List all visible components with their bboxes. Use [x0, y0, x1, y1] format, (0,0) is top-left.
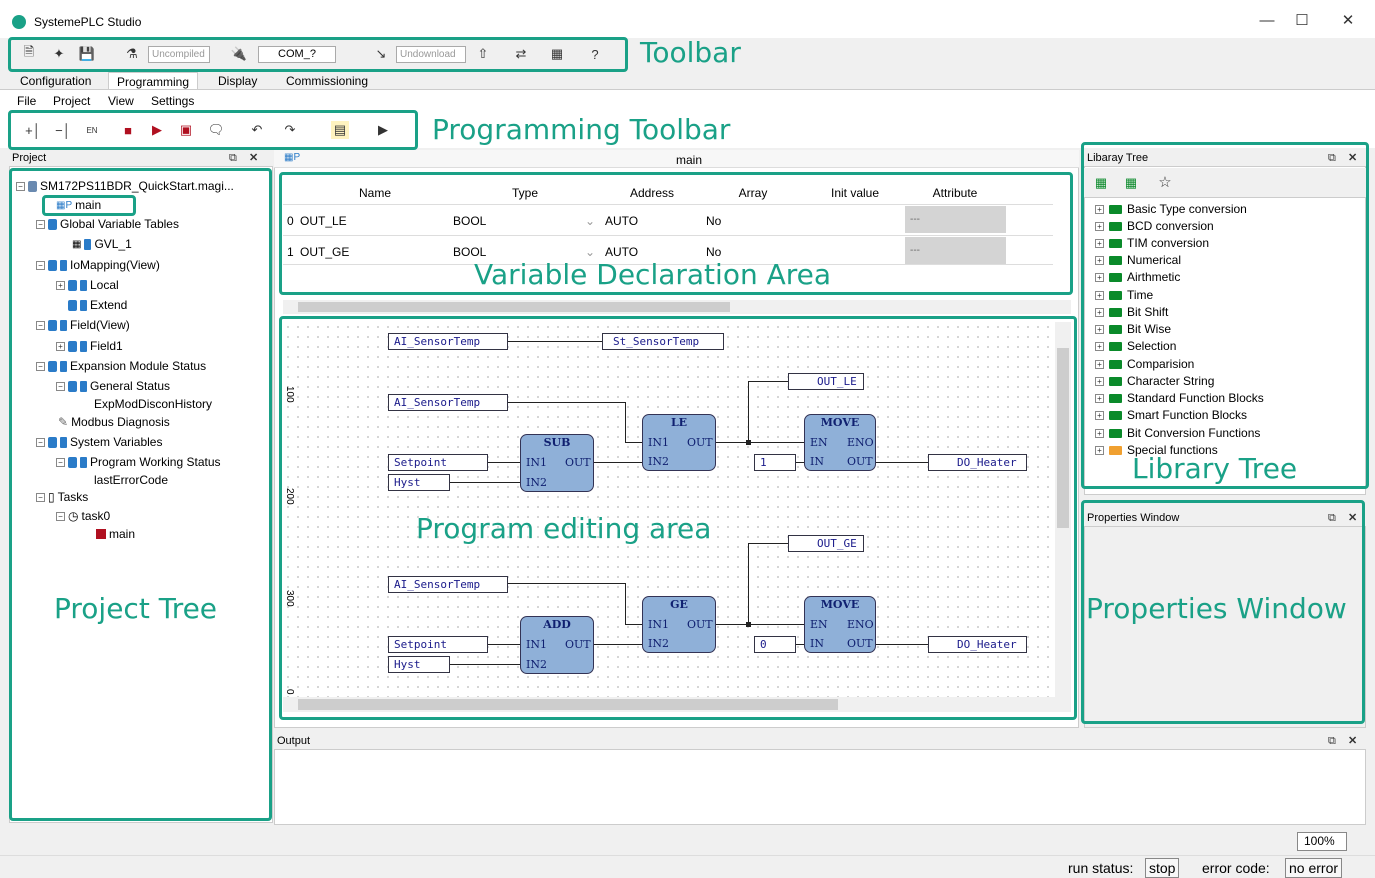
- scrollbar-thumb[interactable]: [298, 302, 730, 312]
- menu-project[interactable]: Project: [53, 94, 90, 108]
- pou-icon: ▦P: [284, 152, 301, 163]
- project-tree-highlight: [9, 168, 272, 821]
- editor-tab-title[interactable]: main: [676, 153, 702, 167]
- project-tree-annotation: Project Tree: [54, 592, 218, 625]
- project-panel-float-icon[interactable]: ⧉: [229, 152, 237, 165]
- project-panel-close-icon[interactable]: ✕: [249, 151, 258, 164]
- tab-programming[interactable]: Programming: [108, 72, 199, 90]
- minimize-button[interactable]: —: [1252, 10, 1282, 32]
- programming-toolbar-annotation: Programming Toolbar: [432, 113, 731, 146]
- menu-view[interactable]: View: [108, 94, 134, 108]
- properties-annotation: Properties Window: [1086, 592, 1347, 625]
- output-panel-float-icon[interactable]: ⧉: [1328, 735, 1336, 748]
- variable-area-annotation: Variable Declaration Area: [474, 258, 832, 291]
- tab-configuration[interactable]: Configuration: [12, 72, 99, 90]
- window-title: SystemePLC Studio: [34, 15, 142, 29]
- output-panel-header: Output: [274, 733, 1366, 750]
- toolbar-highlight: [8, 37, 628, 72]
- app-logo-icon: [12, 15, 26, 29]
- output-panel-close-icon[interactable]: ✕: [1348, 734, 1357, 747]
- zoom-level[interactable]: 100%: [1297, 832, 1347, 851]
- program-area-annotation: Program editing area: [416, 512, 712, 545]
- library-tree-highlight: [1081, 142, 1369, 489]
- tab-commissioning[interactable]: Commissioning: [278, 72, 376, 90]
- tab-display[interactable]: Display: [210, 72, 265, 90]
- menu-file[interactable]: File: [17, 94, 36, 108]
- programming-toolbar-highlight: [8, 110, 418, 150]
- maximize-button[interactable]: ☐: [1287, 10, 1317, 32]
- menu-settings[interactable]: Settings: [151, 94, 194, 108]
- menu-bar: [0, 90, 1375, 112]
- close-button[interactable]: ✕: [1333, 10, 1363, 32]
- run-status-value: stop: [1145, 858, 1180, 878]
- error-code-value: no error: [1285, 858, 1343, 878]
- title-bar: [0, 0, 1375, 38]
- run-status-label: run status:: [1068, 860, 1134, 876]
- library-tree-annotation: Library Tree: [1132, 452, 1298, 485]
- error-code-label: error code:: [1202, 860, 1270, 876]
- toolbar-annotation: Toolbar: [640, 36, 741, 69]
